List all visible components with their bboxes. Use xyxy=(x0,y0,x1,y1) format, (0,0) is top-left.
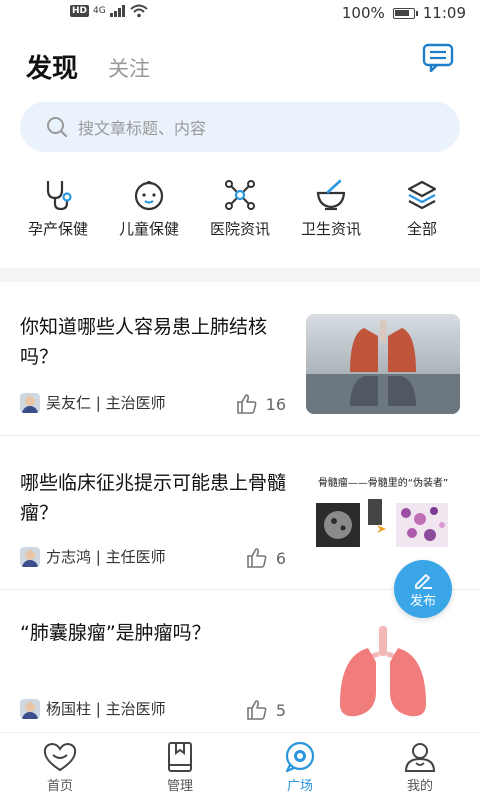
nav-label: 我的 xyxy=(406,779,433,794)
author-name: 方志鸿 | 主任医师 xyxy=(46,548,166,566)
article-title[interactable]: “肺囊腺瘤”是肿瘤吗？ xyxy=(20,618,292,648)
category-health-news[interactable]: 卫生资讯 xyxy=(287,178,375,239)
tab-following[interactable]: 关注 xyxy=(108,53,150,83)
wifi-icon xyxy=(130,4,148,18)
battery-percent: 100% xyxy=(341,4,385,22)
battery-icon xyxy=(392,7,418,19)
article-author: 杨国柱 | 主治医师 xyxy=(20,698,166,719)
article-author: 方志鸿 | 主任医师 xyxy=(20,546,166,567)
like-count[interactable]: 16 xyxy=(236,393,286,415)
category-label: 儿童保健 xyxy=(118,220,179,238)
category-child-care[interactable]: 儿童保健 xyxy=(105,178,193,239)
like-number: 16 xyxy=(265,394,286,414)
thumbnail-caption: 骨髓瘤——骨髓里的“伪装者” xyxy=(317,478,449,489)
myeloma-thumbnail[interactable]: 骨髓瘤——骨髓里的“伪装者” xyxy=(306,470,460,570)
status-left: HD 4G xyxy=(70,4,148,18)
network-icon xyxy=(225,180,255,210)
like-count[interactable]: 5 xyxy=(246,699,286,721)
like-count[interactable]: 6 xyxy=(246,547,286,569)
article-title[interactable]: 哪些临床征兆提示可能患上骨髓瘤？ xyxy=(20,468,292,528)
search-bar[interactable]: 搜文章标题、内容 xyxy=(20,102,460,152)
category-label: 全部 xyxy=(406,220,437,238)
nav-label: 管理 xyxy=(166,779,193,794)
article-title[interactable]: 你知道哪些人容易患上肺结核吗？ xyxy=(20,312,292,372)
article-author: 吴友仁 | 主治医师 xyxy=(20,392,166,413)
search-icon xyxy=(47,117,68,138)
nav-label: 首页 xyxy=(46,779,73,794)
category-label: 卫生资讯 xyxy=(300,220,361,238)
thumbs-up-icon xyxy=(236,394,257,414)
thumbs-up-icon xyxy=(247,548,267,568)
nav-label: 广场 xyxy=(286,779,313,794)
layers-icon xyxy=(407,180,437,210)
network-type: 4G xyxy=(93,6,106,16)
nav-home[interactable]: 首页 xyxy=(20,733,100,800)
message-icon[interactable] xyxy=(422,42,454,74)
square-chat-icon xyxy=(285,741,315,773)
page-header: 发现 关注 xyxy=(26,40,454,90)
lungs-illustration-thumbnail[interactable] xyxy=(306,622,460,722)
avatar xyxy=(20,698,40,719)
article-card[interactable]: 你知道哪些人容易患上肺结核吗？ 吴友仁 | 主治医师 16 xyxy=(0,282,480,436)
avatar xyxy=(20,392,40,413)
section-divider xyxy=(0,268,480,282)
status-right: 100% 11:09 xyxy=(342,4,466,22)
lungs-thumbnail[interactable] xyxy=(306,314,460,414)
thumbs-up-icon xyxy=(247,700,267,720)
avatar xyxy=(20,546,40,567)
search-placeholder: 搜文章标题、内容 xyxy=(78,119,207,138)
nav-mine[interactable]: 我的 xyxy=(380,733,460,800)
clock: 11:09 xyxy=(422,4,466,22)
baby-icon xyxy=(134,181,164,211)
category-label: 孕产保健 xyxy=(27,220,88,238)
tab-discover[interactable]: 发现 xyxy=(26,48,78,85)
myeloma-illustration xyxy=(316,499,448,547)
author-name: 杨国柱 | 主治医师 xyxy=(46,700,166,718)
signal-icon xyxy=(109,5,125,17)
category-grid: 孕产保健 儿童保健 医院资讯 卫生资讯 全部 xyxy=(14,178,466,239)
publish-label: 发布 xyxy=(409,593,436,609)
home-heart-icon xyxy=(43,742,77,772)
stethoscope-icon xyxy=(46,181,72,211)
category-hospital-news[interactable]: 医院资讯 xyxy=(196,178,284,239)
status-bar: HD 4G 100% 11:09 xyxy=(0,0,480,24)
bottom-nav: 首页 管理 广场 我的 xyxy=(0,732,480,800)
category-maternal-care[interactable]: 孕产保健 xyxy=(14,178,102,239)
user-icon xyxy=(404,743,436,772)
category-all[interactable]: 全部 xyxy=(378,178,466,239)
hd-badge: HD xyxy=(70,5,90,17)
book-icon xyxy=(168,742,192,772)
category-label: 医院资讯 xyxy=(209,220,270,238)
like-number: 6 xyxy=(275,548,286,568)
like-number: 5 xyxy=(275,700,286,720)
nav-manage[interactable]: 管理 xyxy=(140,733,220,800)
nav-square[interactable]: 广场 xyxy=(260,733,340,800)
publish-button[interactable]: 发布 xyxy=(394,560,452,618)
author-name: 吴友仁 | 主治医师 xyxy=(46,394,166,412)
mortar-icon xyxy=(316,179,346,211)
edit-icon xyxy=(415,573,432,589)
